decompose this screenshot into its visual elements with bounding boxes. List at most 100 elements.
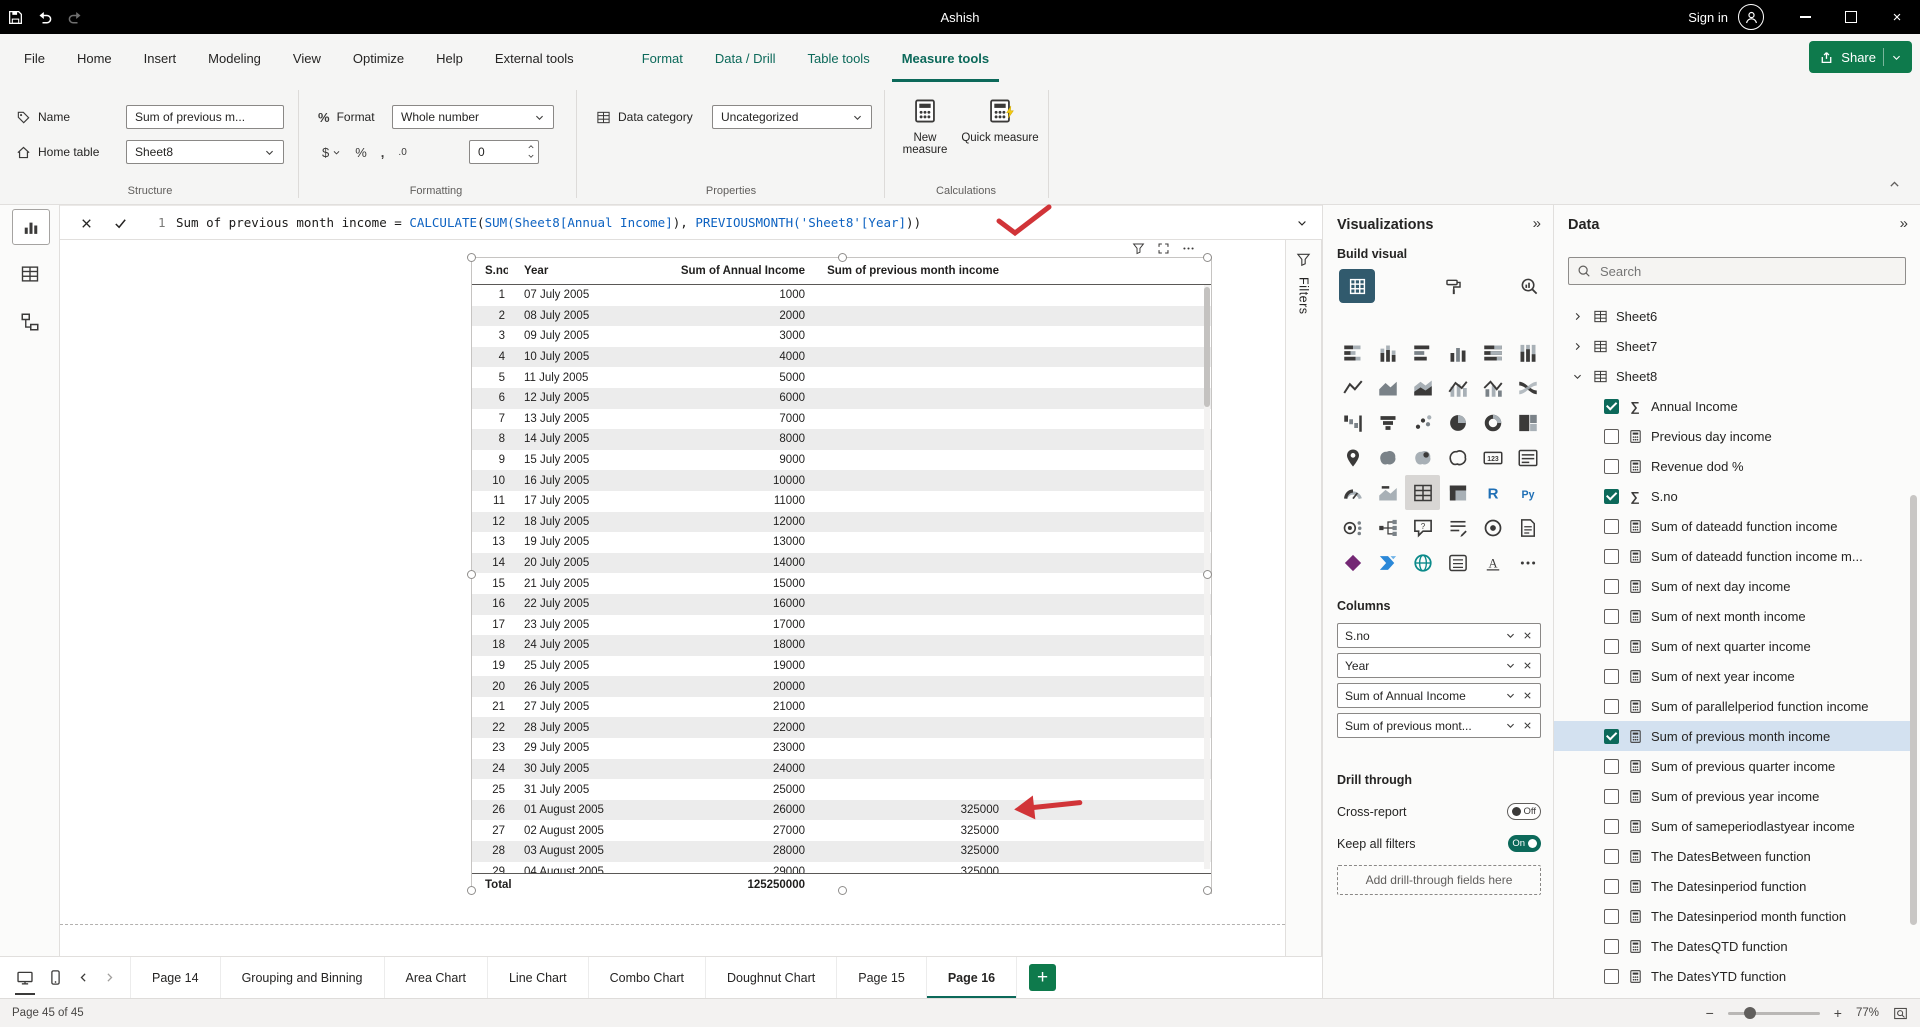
field-previous-day-income[interactable]: Previous day income: [1554, 421, 1910, 451]
field-the-datesinperiod-function[interactable]: The Datesinperiod function: [1554, 871, 1910, 901]
visual-type-clustered-bar-chart-icon[interactable]: [1405, 335, 1440, 370]
field-checkbox[interactable]: [1604, 909, 1619, 924]
chevron-down-icon[interactable]: [1505, 690, 1516, 701]
field-checkbox[interactable]: [1604, 849, 1619, 864]
table-row[interactable]: 1622 July 200516000: [472, 594, 1211, 615]
field-sum-of-previous-quarter-income[interactable]: Sum of previous quarter income: [1554, 751, 1910, 781]
visual-type-stacked-area-chart-icon[interactable]: [1405, 370, 1440, 405]
cancel-formula-icon[interactable]: [74, 212, 98, 234]
visual-type-waterfall-chart-icon[interactable]: [1335, 405, 1370, 440]
report-view-button[interactable]: [12, 209, 50, 245]
menu-tab-file[interactable]: File: [8, 34, 61, 82]
currency-button[interactable]: $: [322, 145, 341, 160]
column-header[interactable]: Sum of previous month income: [809, 265, 1003, 277]
field-sum-of-parallelperiod-function-income[interactable]: Sum of parallelperiod function income: [1554, 691, 1910, 721]
maximize-button[interactable]: [1828, 0, 1874, 34]
field-sum-of-next-day-income[interactable]: Sum of next day income: [1554, 571, 1910, 601]
visual-type-card-icon[interactable]: 123: [1475, 440, 1510, 475]
remove-field-icon[interactable]: [1522, 720, 1533, 731]
table-row[interactable]: 1925 July 200519000: [472, 656, 1211, 677]
field-the-datesinperiod-month-function[interactable]: The Datesinperiod month function: [1554, 901, 1910, 931]
formula-input[interactable]: Sum of previous month income = CALCULATE…: [176, 215, 921, 230]
field-checkbox[interactable]: [1604, 489, 1619, 504]
field-checkbox[interactable]: [1604, 519, 1619, 534]
field-well-sum-of-annual-income[interactable]: Sum of Annual Income: [1337, 683, 1541, 708]
resize-handle[interactable]: [838, 886, 847, 895]
next-page-arrow[interactable]: [96, 957, 122, 999]
field-well-sum-of-previous-mont[interactable]: Sum of previous mont...: [1337, 713, 1541, 738]
field-the-datesbetween-function[interactable]: The DatesBetween function: [1554, 841, 1910, 871]
field-checkbox[interactable]: [1604, 609, 1619, 624]
more-options-icon[interactable]: [1182, 242, 1195, 255]
field-checkbox[interactable]: [1604, 789, 1619, 804]
table-row[interactable]: 1420 July 200514000: [472, 553, 1211, 574]
collapse-pane-icon[interactable]: »: [1900, 215, 1908, 232]
field-well-s-no[interactable]: S.no: [1337, 623, 1541, 648]
page-tab-line-chart[interactable]: Line Chart: [488, 957, 589, 999]
visual-type-clustered-column-chart-icon[interactable]: [1440, 335, 1475, 370]
visual-type-azure-map-icon[interactable]: [1405, 440, 1440, 475]
visual-type-text-box-icon[interactable]: A: [1475, 545, 1510, 580]
resize-handle[interactable]: [1203, 253, 1212, 262]
format-select[interactable]: Whole number: [392, 105, 554, 129]
table-row[interactable]: 1016 July 200510000: [472, 470, 1211, 491]
field-sum-of-sameperiodlastyear-income[interactable]: Sum of sameperiodlastyear income: [1554, 811, 1910, 841]
remove-field-icon[interactable]: [1522, 660, 1533, 671]
undo-icon[interactable]: [30, 0, 60, 34]
visual-type-line-and-stacked-column-chart-icon[interactable]: [1440, 370, 1475, 405]
measure-name-input[interactable]: [126, 105, 284, 129]
zoom-out-icon[interactable]: −: [1706, 1005, 1714, 1021]
new-measure-button[interactable]: New measure: [892, 90, 958, 180]
share-button[interactable]: Share: [1809, 41, 1912, 73]
table-row[interactable]: 107 July 20051000: [472, 285, 1211, 306]
data-table-sheet7[interactable]: Sheet7: [1554, 331, 1910, 361]
add-page-button[interactable]: +: [1029, 964, 1056, 991]
table-row[interactable]: 2026 July 200520000: [472, 676, 1211, 697]
field-checkbox[interactable]: [1604, 699, 1619, 714]
quick-measure-button[interactable]: Quick measure: [960, 90, 1040, 180]
menu-tab-external-tools[interactable]: External tools: [479, 34, 590, 82]
table-row[interactable]: 612 July 20056000: [472, 388, 1211, 409]
visual-type-kpi-icon[interactable]: [1370, 475, 1405, 510]
field-checkbox[interactable]: [1604, 759, 1619, 774]
table-row[interactable]: 1319 July 200513000: [472, 532, 1211, 553]
table-row[interactable]: 2228 July 200522000: [472, 717, 1211, 738]
visual-type-key-influencers-icon[interactable]: [1335, 510, 1370, 545]
table-row[interactable]: 2430 July 200524000: [472, 759, 1211, 780]
visual-type-power-apps-icon[interactable]: [1335, 545, 1370, 580]
percent-button[interactable]: %: [355, 145, 367, 160]
tab-build-visual[interactable]: [1339, 269, 1375, 303]
table-row[interactable]: 410 July 20054000: [472, 347, 1211, 368]
field-checkbox[interactable]: [1604, 969, 1619, 984]
commit-formula-icon[interactable]: [108, 212, 132, 234]
filter-icon[interactable]: [1132, 242, 1145, 255]
spinner-arrows[interactable]: [527, 143, 535, 160]
visual-type-ribbon-chart-icon[interactable]: [1510, 370, 1545, 405]
column-header[interactable]: Year: [508, 265, 668, 277]
field-checkbox[interactable]: [1604, 579, 1619, 594]
collapse-ribbon-icon[interactable]: [1888, 178, 1901, 191]
table-row[interactable]: 1521 July 200515000: [472, 573, 1211, 594]
field-the-datesqtd-function[interactable]: The DatesQTD function: [1554, 931, 1910, 961]
visual-type-slicer-icon[interactable]: [1440, 545, 1475, 580]
table-row[interactable]: 2531 July 200525000: [472, 779, 1211, 800]
table-row[interactable]: 2329 July 200523000: [472, 738, 1211, 759]
resize-handle[interactable]: [1203, 886, 1212, 895]
field-sum-of-previous-year-income[interactable]: Sum of previous year income: [1554, 781, 1910, 811]
data-table-sheet6[interactable]: Sheet6: [1554, 301, 1910, 331]
menu-tab-optimize[interactable]: Optimize: [337, 34, 420, 82]
expand-formula-bar-icon[interactable]: [1290, 212, 1314, 234]
thousands-separator-button[interactable]: ,: [381, 145, 385, 160]
visual-type-smart-narrative-icon[interactable]: [1440, 510, 1475, 545]
mobile-layout-icon[interactable]: [40, 957, 70, 999]
visual-type-multi-row-card-icon[interactable]: [1510, 440, 1545, 475]
fit-to-page-icon[interactable]: [1893, 1006, 1908, 1021]
table-row[interactable]: 2601 August 200526000325000: [472, 800, 1211, 821]
table-row[interactable]: 915 July 20059000: [472, 450, 1211, 471]
visual-type-100-stacked-column-chart-icon[interactable]: [1510, 335, 1545, 370]
tab-format-visual[interactable]: [1435, 269, 1471, 303]
visual-type-line-chart-icon[interactable]: [1335, 370, 1370, 405]
page-tab-grouping-and-binning[interactable]: Grouping and Binning: [221, 957, 385, 999]
redo-icon[interactable]: [60, 0, 90, 34]
model-view-button[interactable]: [12, 305, 48, 339]
